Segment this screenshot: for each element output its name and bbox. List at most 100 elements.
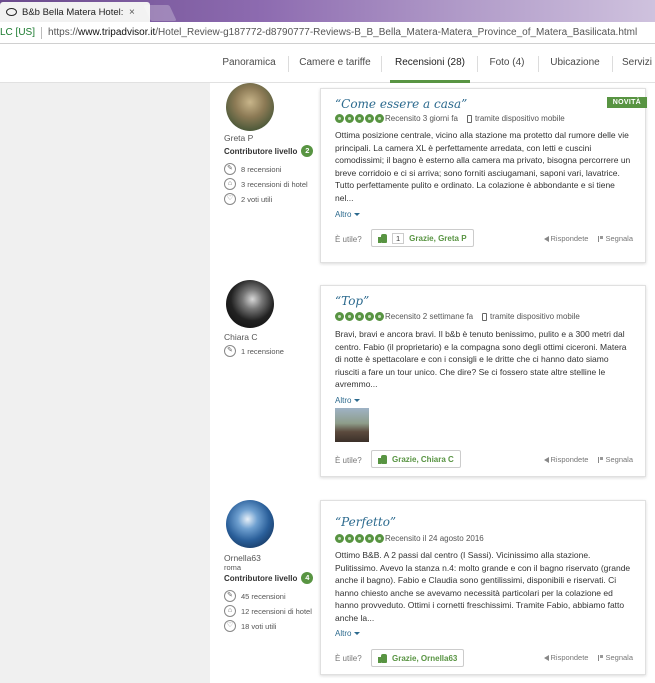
rating-bubble-icon — [335, 312, 344, 321]
divider — [381, 56, 382, 72]
contributor-level: Contributore livello 4 — [224, 572, 314, 584]
user-name[interactable]: Ornella63 — [224, 553, 261, 563]
user-name[interactable]: Chiara C — [224, 332, 258, 342]
browser-tab-strip: B&b Bella Matera Hotel: × — [0, 0, 655, 22]
review-card: “Perfetto” Recensito il 24 agosto 2016 O… — [320, 500, 646, 675]
more-label: Altro — [335, 210, 352, 219]
thumbs-up-icon — [378, 653, 387, 663]
thanks-label: Grazie, Ornella63 — [392, 653, 458, 663]
stat-text: 18 voti utili — [241, 621, 277, 631]
review-date: Recensito il 24 agosto 2016 — [385, 534, 484, 543]
flag-icon — [598, 456, 604, 463]
reply-button[interactable]: Rispondete — [543, 455, 589, 464]
avatar[interactable] — [226, 83, 274, 131]
thanks-button[interactable]: Grazie, Ornella63 — [371, 649, 465, 667]
review-actions: Rispondete Segnala — [543, 455, 633, 464]
more-label: Altro — [335, 396, 352, 405]
review-date: Recensito 2 settimane fa — [385, 312, 474, 321]
rating-bubble-icon — [345, 312, 354, 321]
stat-helpful-votes: ♡ 2 voti utili — [224, 193, 272, 205]
section-nav: Panoramica Camere e tariffe Recensioni (… — [0, 44, 655, 83]
thanks-button[interactable]: Grazie, Chiara C — [371, 450, 461, 468]
chevron-down-icon — [354, 399, 361, 403]
user-location: roma — [224, 563, 242, 572]
rating-bubble-icon — [365, 312, 374, 321]
review-meta: Recensito 2 settimane fa tramite disposi… — [385, 312, 580, 321]
tab-ubicazione[interactable]: Ubicazione — [547, 44, 603, 83]
level-badge: 2 — [301, 145, 314, 157]
more-label: Altro — [335, 629, 352, 638]
useful-label: È utile? — [335, 235, 362, 244]
report-button[interactable]: Segnala — [598, 234, 633, 243]
stat-text: 12 recensioni di hotel — [241, 606, 312, 616]
review-title[interactable]: “Come essere a casa” — [335, 97, 467, 111]
url-path: /Hotel_Review-g187772-d8790777-Reviews-B… — [155, 27, 638, 38]
thanks-count: 1 — [392, 232, 405, 244]
stat-text: 45 recensioni — [241, 591, 286, 601]
close-icon[interactable]: × — [129, 7, 135, 18]
flag-icon — [598, 654, 604, 661]
rating-bubble-icon — [345, 114, 354, 123]
tab-servizi[interactable]: Servizi — [622, 44, 655, 83]
divider — [41, 26, 43, 39]
review-device: tramite dispositivo mobile — [474, 114, 565, 123]
tab-panoramica[interactable]: Panoramica — [216, 44, 282, 83]
rating-bubble-icon — [355, 312, 364, 321]
useful-label: È utile? — [335, 654, 362, 663]
level-label: Contributore livello — [224, 573, 298, 583]
url-scheme: https:// — [48, 27, 79, 38]
review-title[interactable]: “Perfetto” — [335, 515, 396, 529]
tripadvisor-owl-icon — [6, 8, 17, 16]
more-link[interactable]: Altro — [335, 629, 361, 638]
rating-bubble-icon — [345, 534, 354, 543]
hotel-icon: ⌂ — [224, 605, 236, 617]
review-title[interactable]: “Top” — [335, 294, 369, 308]
rating-bubble-icon — [355, 534, 364, 543]
rating-bubble-icon — [375, 312, 384, 321]
stat-text: 8 recensioni — [241, 164, 282, 174]
avatar[interactable] — [226, 500, 274, 548]
stat-hotel-reviews: ⌂ 3 recensioni di hotel — [224, 178, 308, 190]
tab-recensioni[interactable]: Recensioni (28) — [390, 44, 470, 83]
rating-bubble-icon — [375, 534, 384, 543]
report-button[interactable]: Segnala — [598, 653, 633, 662]
review-card: “Top” Recensito 2 settimane fa tramite d… — [320, 285, 646, 477]
tab-camere-tariffe[interactable]: Camere e tariffe — [296, 44, 374, 83]
mobile-phone-icon — [482, 312, 488, 321]
reply-label: Rispondete — [550, 455, 589, 464]
address-bar[interactable]: LC [US] https://www.tripadvisor.it/Hotel… — [0, 22, 655, 44]
rating-bubble-icon — [335, 114, 344, 123]
divider — [477, 56, 478, 72]
reply-button[interactable]: Rispondete — [543, 234, 588, 243]
thumbs-up-icon: ♡ — [224, 620, 236, 632]
stat-reviews: ✎ 8 recensioni — [224, 163, 281, 175]
report-button[interactable]: Segnala — [598, 455, 633, 464]
rating-bubble-icon — [365, 534, 374, 543]
review-text: Ottimo B&B. A 2 passi dal centro (I Sass… — [335, 550, 631, 623]
browser-tab[interactable]: B&b Bella Matera Hotel: × — [0, 2, 150, 22]
thumbs-up-icon — [378, 454, 387, 464]
avatar[interactable] — [226, 280, 274, 328]
url-text[interactable]: https://www.tripadvisor.it/Hotel_Review-… — [48, 27, 637, 38]
thanks-label: Grazie, Chiara C — [392, 454, 454, 464]
thanks-button[interactable]: 1 Grazie, Greta P — [371, 229, 474, 247]
level-badge: 4 — [301, 572, 314, 584]
tab-foto[interactable]: Foto (4) — [485, 44, 529, 83]
user-name[interactable]: Greta P — [224, 133, 253, 143]
report-label: Segnala — [605, 455, 633, 464]
rating-bubbles — [335, 534, 384, 543]
more-link[interactable]: Altro — [335, 396, 361, 405]
rating-bubble-icon — [375, 114, 384, 123]
hotel-icon: ⌂ — [224, 178, 236, 190]
mobile-phone-icon — [466, 114, 472, 123]
review-item: Greta P Contributore livello 2 ✎ 8 recens… — [210, 83, 655, 273]
review-device: tramite dispositivo mobile — [490, 312, 580, 321]
reply-button[interactable]: Rispondete — [543, 653, 588, 662]
more-link[interactable]: Altro — [335, 210, 361, 219]
left-column — [0, 83, 210, 683]
rating-bubble-icon — [335, 534, 344, 543]
rating-bubble-icon — [365, 114, 374, 123]
reply-icon — [543, 456, 549, 463]
divider — [538, 56, 539, 72]
review-photo[interactable] — [335, 408, 369, 442]
